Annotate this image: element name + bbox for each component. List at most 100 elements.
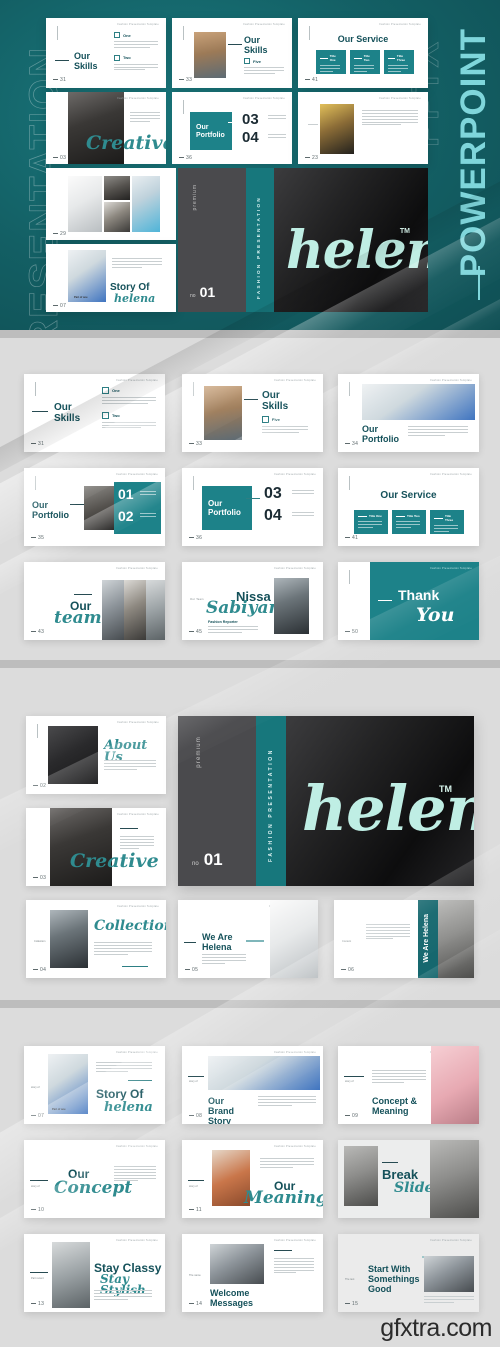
slide-photo [104,176,130,200]
slide-card[interactable]: Fashion Presentation Template story of P… [24,1046,165,1124]
slide-script-title: Creative [86,132,166,154]
slide-card[interactable]: Break Slide 12 [338,1140,479,1218]
slide-card[interactable]: Fashion Presentation Template We Are Hel… [178,900,318,978]
slide-number: 43 [31,629,44,635]
slide-number: 45 [189,629,202,635]
slide-title: We Are Helena [423,914,430,963]
slide-card[interactable]: Fashion Presentation Template Our Portfo… [182,468,323,546]
powerpoint-dash-icon [478,266,480,300]
slide-card[interactable]: Fashion Presentation Template Content We… [334,900,474,978]
section-separator [0,660,500,668]
slide-card[interactable]: Fashion Presentation Template The name W… [182,1234,323,1312]
slide-card[interactable]: Fashion Presentation Template story of O… [182,1046,323,1124]
slide-photo [431,1046,479,1124]
slide-header: Fashion Presentation Template [116,567,158,570]
slide-number: 07 [53,303,66,309]
hero-banner-section: PRESENTATION PPTX POWERPOINT Fashion Pre… [0,0,500,330]
section-separator [0,330,500,338]
slide-number: 41 [345,535,358,541]
slide-photo [274,578,309,634]
slide-header: Fashion Presentation Template [117,97,159,100]
slide-card[interactable]: Fashion Presentation Template Our Portfo… [24,468,165,546]
cover-no-value: 01 [199,284,216,300]
service-card[interactable]: Title Two [350,50,380,74]
cover-no-value: 01 [203,850,223,869]
slide-number: 13 [31,1301,44,1307]
slide-tick [193,476,194,490]
portfolio-number: 03 [264,485,282,502]
slide-kicker: story of [31,1185,40,1188]
slide-card[interactable]: Fashion Presentation Template story of O… [182,1140,323,1218]
slide-number: 11 [189,1207,202,1213]
slide-card[interactable]: Fashion Presentation Template The text S… [338,1234,479,1312]
slide-card[interactable]: Fashion Presentation Template Thank You … [338,562,479,640]
slide-script-title: Meaning [244,1188,323,1208]
service-card[interactable]: Title One [316,50,346,74]
slide-card[interactable]: Fashion Presentation Template About Us 0… [26,716,166,794]
slide-script-title: Collection [94,918,166,934]
slides-grid-section-4: Fashion Presentation Template story of P… [0,1008,500,1347]
slide-tick [349,570,350,584]
slide-photo [124,580,146,640]
slide-card[interactable]: Fashion Presentation Template Our Skills… [182,374,323,452]
feature-icon-one [102,387,109,394]
slide-card[interactable]: Fashion Presentation Template Our Servic… [298,18,428,88]
service-card[interactable]: Title Three [430,510,464,534]
slide-photo [204,386,242,440]
slides-grid-section-3: Fashion Presentation Template About Us 0… [0,668,500,1000]
cover-slide[interactable]: premium FASHION PRESENTATION no 01 helen… [178,716,474,886]
slide-card[interactable]: Fashion Presentation Template Our Skills… [172,18,292,88]
slide-script-title: You [416,604,455,626]
slide-card[interactable]: Fashion Presentation Template Creative 0… [26,808,166,886]
slide-header: Fashion Presentation Template [116,1051,158,1054]
slide-photo [48,726,98,784]
service-card[interactable]: Title Two [392,510,426,534]
slide-card[interactable]: Fashion Presentation Template Our Skills… [24,374,165,452]
feature-label: Five [272,417,281,422]
slide-header: Fashion Presentation Template [274,1051,316,1054]
slide-tick [349,476,350,490]
portfolio-number: 02 [118,508,134,524]
slide-photo [320,104,354,154]
cover-no-prefix: no [192,861,199,867]
slide-card[interactable]: Fashion Presentation Template Our Skills… [46,18,166,88]
watermark-gfxtra: gfxtra.com [380,1314,492,1342]
slide-card[interactable]: Story Of helena Part of one 07 [46,244,176,312]
service-card[interactable]: Title Three [384,50,414,74]
slide-photo [52,1242,90,1308]
cover-premium-label: premium [196,736,202,768]
slide-card[interactable]: Fashion Presentation Template Collection… [26,900,166,978]
slide-header: Fashion Presentation Template [116,379,158,382]
slide-title: Welcome Messages [210,1288,254,1309]
slide-header: Fashion Presentation Template [117,813,159,816]
feature-icon-five [262,416,269,423]
slide-card[interactable]: Fashion Presentation Template Our Team N… [182,562,323,640]
slide-title: Our Skills [74,51,98,72]
slide-card[interactable]: Fashion Presentation Template story of O… [24,1140,165,1218]
portfolio-number: 03 [242,111,259,128]
slide-card[interactable]: Fashion Presentation Template 23 [298,92,428,164]
service-card[interactable]: Title One [354,510,388,534]
slide-card[interactable]: Fashion Presentation Template Our Servic… [338,468,479,546]
slide-card[interactable]: Creative Fashion Presentation Template 0… [46,92,166,164]
slide-card[interactable]: Fashion Presentation Template Our team 4… [24,562,165,640]
slide-card[interactable]: Fashion Presentation Template story of C… [338,1046,479,1124]
slide-card[interactable]: 29 [46,168,176,240]
slide-card[interactable]: Fashion Presentation Template Part recen… [24,1234,165,1312]
feature-label: Two [112,412,120,418]
cover-slide[interactable]: premium FASHION PRESENTATION no 01 helen… [178,168,428,312]
slide-card[interactable]: Fashion Presentation Template Our Portfo… [172,92,292,164]
slide-photo [50,910,88,968]
slide-number: 04 [33,967,46,973]
slide-number: 09 [345,1113,358,1119]
slide-number: 33 [189,441,202,447]
slide-header: Fashion Presentation Template [274,473,316,476]
slide-photo [424,1256,474,1292]
feature-icon-five [244,58,250,64]
service-card-label: Title One [329,54,336,62]
slide-number: 36 [189,535,202,541]
slide-header: Fashion Presentation Template [117,905,159,908]
slide-card[interactable]: Fashion Presentation Template Our Portfo… [338,374,479,452]
cover-band-label: FASHION PRESENTATION [268,748,274,863]
slide-kicker: story of [189,1080,198,1083]
